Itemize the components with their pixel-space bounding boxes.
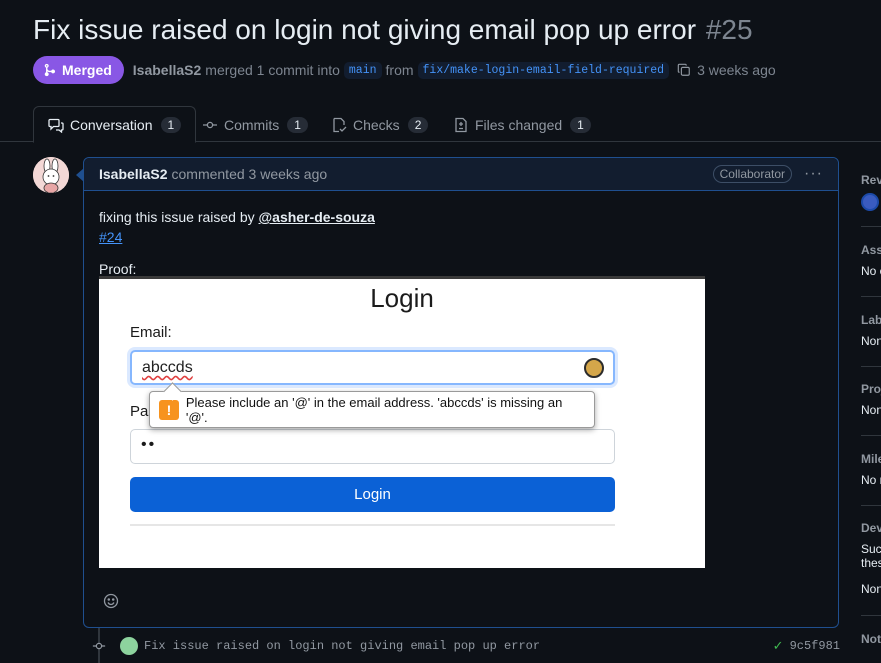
commit-message-link[interactable]: Fix issue raised on login not giving ema…: [144, 639, 540, 653]
merge-summary: IsabellaS2 merged 1 commit into main fro…: [133, 61, 776, 79]
reviewer-avatar[interactable]: [861, 193, 879, 211]
commit-sha-link[interactable]: 9c5f981: [790, 639, 840, 653]
sidebar-divider: [861, 505, 881, 506]
tab-label: Conversation: [70, 116, 153, 133]
comment-line-1: fixing this issue raised by @asher-de-so…: [99, 207, 823, 227]
sidebar-value: No c: [861, 264, 881, 278]
sidebar-value: Non: [861, 403, 881, 417]
tab-conversation[interactable]: Conversation 1: [33, 106, 197, 143]
bunny-avatar-icon: [33, 157, 69, 193]
sidebar-labels[interactable]: Lab Non: [861, 313, 881, 348]
comment-discussion-icon: [48, 118, 64, 133]
tab-count: 1: [287, 116, 308, 133]
sidebar-value: Non: [861, 334, 881, 348]
merge-text: merged 1 commit into: [205, 62, 340, 78]
kebab-menu-icon[interactable]: ···: [804, 165, 823, 183]
tab-label: Checks: [353, 116, 400, 133]
sidebar-projects[interactable]: Proj Non: [861, 382, 881, 417]
comment-text: fixing this issue raised by: [99, 209, 255, 225]
copy-icon[interactable]: [677, 63, 691, 77]
sidebar-value: Succ: [861, 542, 881, 556]
sidebar-divider: [861, 435, 881, 436]
screenshot-email-input: abccds: [130, 350, 615, 385]
tab-commits[interactable]: Commits 1: [188, 106, 322, 143]
commit-author-avatar[interactable]: [120, 637, 138, 655]
tab-label: Commits: [224, 116, 280, 133]
checklist-icon: [333, 117, 347, 132]
screenshot-email-value: abccds: [142, 359, 193, 376]
git-commit-icon: [203, 121, 217, 128]
validation-message: Please include an '@' in the email addre…: [185, 394, 563, 425]
merged-when: 3 weeks ago: [697, 62, 776, 78]
smiley-icon: [103, 593, 119, 609]
screenshot-email-label: Email:: [130, 324, 172, 341]
sidebar-heading: Dev: [861, 521, 881, 535]
sidebar-milestone[interactable]: Mile No r: [861, 452, 881, 487]
sidebar-heading: Ass: [861, 243, 881, 257]
base-branch[interactable]: main: [343, 61, 382, 79]
avatar[interactable]: [33, 157, 69, 193]
sidebar-heading: Proj: [861, 382, 881, 396]
sidebar-divider: [861, 366, 881, 367]
git-merge-icon: [44, 63, 56, 77]
screenshot-login-heading: Login: [370, 283, 434, 313]
sidebar-heading: Rev: [861, 173, 881, 187]
sidebar-reviewers[interactable]: Rev: [861, 173, 881, 211]
screenshot-password-input: ••: [130, 429, 615, 464]
sidebar-divider: [861, 296, 881, 297]
sidebar-heading: Noti: [861, 632, 881, 646]
file-diff-icon: [455, 117, 467, 132]
head-branch[interactable]: fix/make-login-email-field-required: [417, 61, 670, 79]
tab-checks[interactable]: Checks 2: [317, 106, 442, 143]
sidebar-development[interactable]: Dev Succ thes Non: [861, 521, 881, 596]
screenshot-divider: [130, 524, 615, 526]
proof-screenshot-image[interactable]: Login Email: abccds Pas •• ! Please incl…: [99, 276, 705, 568]
sidebar-assignees[interactable]: Ass No c: [861, 243, 881, 278]
pr-number: #25: [705, 14, 753, 45]
pr-meta: Merged IsabellaS2 merged 1 commit into m…: [33, 56, 776, 84]
sidebar-value: thes: [861, 556, 881, 570]
git-commit-icon: [92, 642, 106, 650]
tab-label: Files changed: [475, 116, 563, 133]
add-reaction-button[interactable]: [99, 589, 123, 613]
comment-timestamp[interactable]: commented 3 weeks ago: [172, 166, 328, 182]
merged-state-badge: Merged: [33, 56, 124, 84]
pr-title: Fix issue raised on login not giving ema…: [33, 14, 697, 45]
pull-request-page: Fix issue raised on login not giving ema…: [0, 0, 881, 663]
collaborator-badge: Collaborator: [712, 165, 793, 183]
sidebar-value: Non: [861, 582, 881, 596]
user-mention-link[interactable]: @asher-de-souza: [259, 209, 375, 225]
tab-files-changed[interactable]: Files changed 1: [439, 106, 605, 143]
warning-icon: !: [159, 399, 179, 420]
tab-count: 1: [160, 116, 182, 133]
sidebar-divider: [861, 615, 881, 616]
commit-timeline-item: Fix issue raised on login not giving ema…: [92, 636, 840, 656]
sidebar-heading: Mile: [861, 452, 881, 466]
comment-header: IsabellaS2 commented 3 weeks ago Collabo…: [84, 158, 838, 191]
screenshot-login-button: Login: [130, 477, 615, 512]
check-success-icon[interactable]: ✓: [773, 638, 784, 654]
page-title: Fix issue raised on login not giving ema…: [33, 14, 753, 46]
from-text: from: [385, 62, 414, 78]
sidebar-heading: Lab: [861, 313, 881, 327]
password-manager-icon: [584, 358, 604, 378]
tab-count: 1: [570, 116, 591, 133]
sidebar-value: No r: [861, 473, 881, 487]
merged-label: Merged: [62, 62, 112, 78]
sidebar-notifications[interactable]: Noti: [861, 632, 881, 646]
issue-reference-link[interactable]: #24: [99, 229, 122, 245]
comment-author[interactable]: IsabellaS2: [99, 166, 168, 182]
tab-count: 2: [407, 116, 429, 133]
comment-card: IsabellaS2 commented 3 weeks ago Collabo…: [83, 157, 839, 628]
author-link[interactable]: IsabellaS2: [133, 62, 202, 78]
pr-tabs: Conversation 1 Commits 1 Checks 2 Files …: [0, 106, 881, 143]
sidebar-divider: [861, 226, 881, 227]
screenshot-validation-tooltip: ! Please include an '@' in the email add…: [149, 391, 595, 428]
